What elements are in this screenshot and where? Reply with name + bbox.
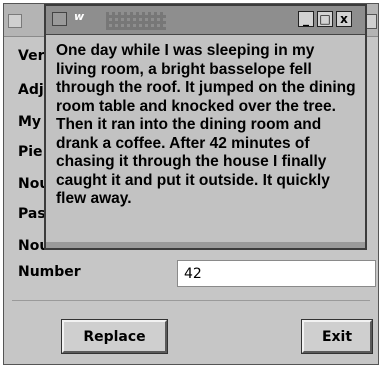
message-text: One day while I was sleeping in my livin… — [56, 42, 356, 207]
close-icon[interactable]: x — [336, 11, 352, 27]
form-label-past: Pas — [18, 206, 46, 222]
window-menu-icon[interactable] — [8, 14, 22, 28]
form-label-verb: Ver — [18, 48, 45, 64]
window-menu-icon[interactable] — [52, 12, 67, 26]
minimize-icon[interactable]: _ — [298, 11, 314, 27]
window-title: w — [74, 10, 85, 23]
number-label: Number — [18, 264, 81, 280]
message-window-titlebar[interactable]: w _ □ x — [46, 6, 365, 35]
form-label-my: My — [18, 114, 42, 130]
message-window: w _ □ x One day while I was sleeping in … — [44, 4, 367, 250]
separator — [12, 300, 370, 301]
exit-button[interactable]: Exit — [301, 319, 373, 354]
title-pattern — [106, 12, 166, 30]
maximize-icon[interactable]: □ — [317, 11, 333, 27]
form-label-piece: Pie — [18, 144, 43, 160]
window-bottom-border — [46, 242, 365, 248]
number-input[interactable] — [177, 260, 376, 287]
form-label-adjective: Adj — [18, 82, 44, 98]
replace-button[interactable]: Replace — [61, 319, 168, 354]
